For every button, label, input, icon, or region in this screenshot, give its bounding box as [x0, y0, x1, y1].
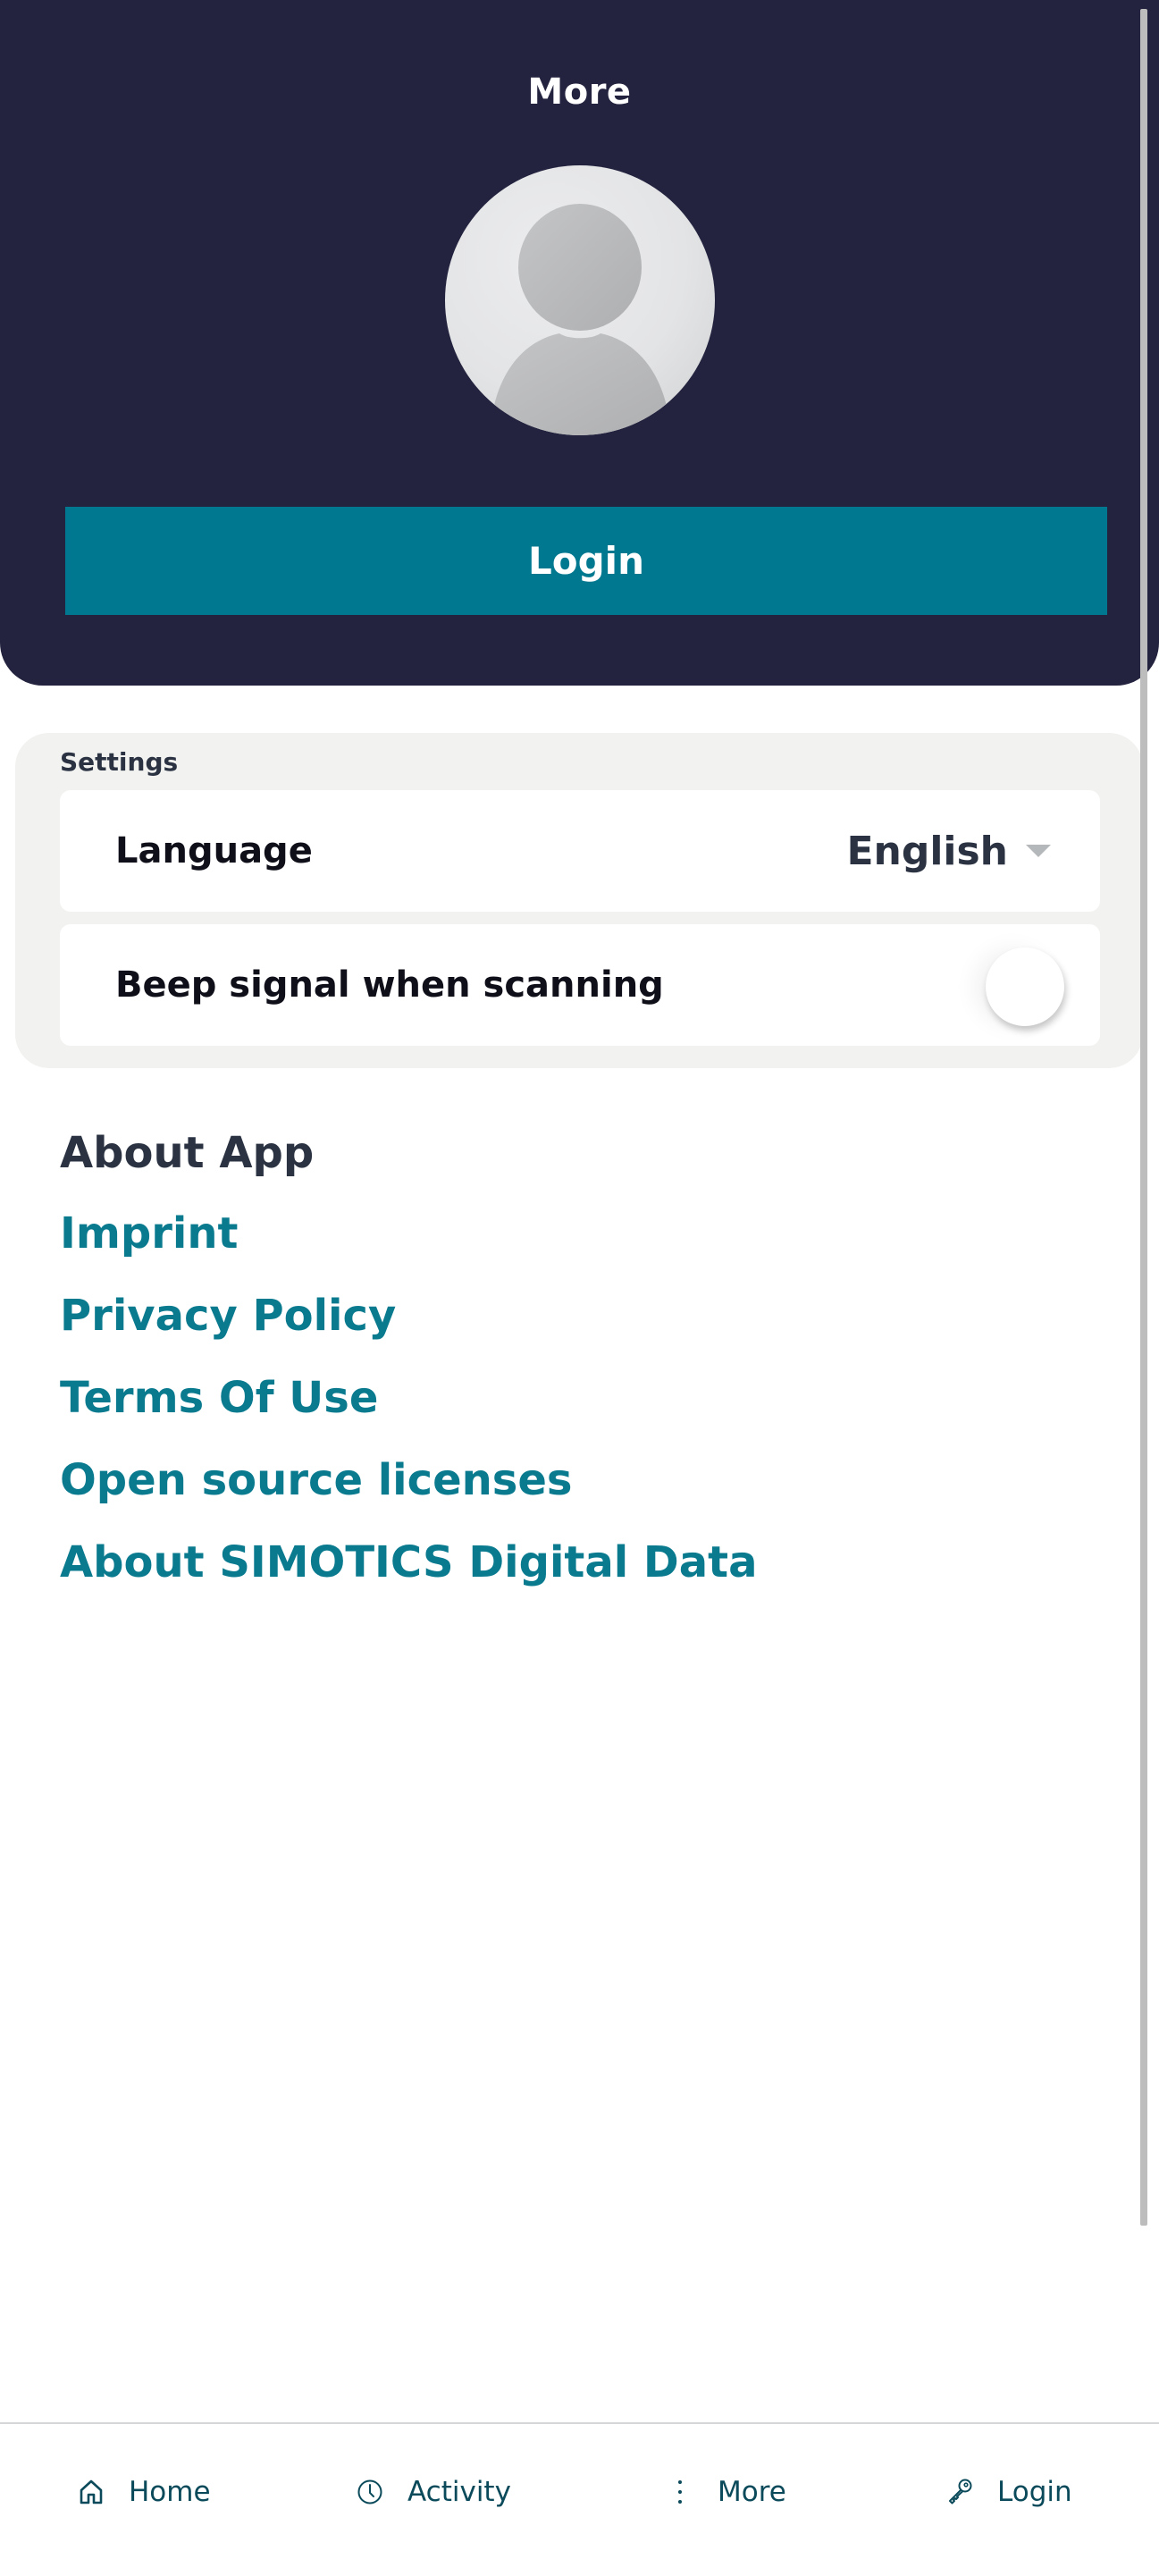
language-label: Language — [115, 830, 313, 871]
header: More Login — [0, 0, 1159, 686]
caret-down-icon — [1026, 845, 1051, 857]
about-section: About App Imprint Privacy Policy Terms O… — [60, 1126, 758, 1618]
toggle-knob — [986, 947, 1064, 1026]
imprint-link[interactable]: Imprint — [60, 1207, 758, 1260]
nav-activity[interactable]: Activity — [356, 2476, 511, 2508]
beep-label: Beep signal when scanning — [115, 964, 664, 1006]
beep-toggle[interactable] — [975, 942, 1073, 1028]
nav-home-label: Home — [129, 2476, 211, 2508]
nav-more[interactable]: More — [666, 2476, 786, 2508]
nav-activity-label: Activity — [407, 2476, 511, 2508]
beep-setting-row: Beep signal when scanning — [60, 924, 1100, 1046]
about-heading: About App — [60, 1128, 315, 1178]
key-icon — [949, 2479, 972, 2504]
language-setting-row: Language English — [60, 790, 1100, 912]
nav-login-label: Login — [997, 2476, 1072, 2508]
open-source-licenses-link[interactable]: Open source licenses — [60, 1453, 758, 1507]
language-select[interactable]: English — [846, 829, 1051, 874]
about-simotics-link[interactable]: About SIMOTICS Digital Data — [60, 1536, 758, 1589]
terms-of-use-link[interactable]: Terms Of Use — [60, 1371, 758, 1425]
nav-more-label: More — [718, 2476, 786, 2508]
nav-home[interactable]: Home — [77, 2476, 211, 2508]
page-title: More — [527, 72, 632, 113]
privacy-policy-link[interactable]: Privacy Policy — [60, 1289, 758, 1343]
home-icon — [80, 2479, 103, 2504]
scrollbar[interactable] — [1140, 9, 1147, 2226]
settings-section-label: Settings — [60, 747, 179, 777]
nav-login[interactable]: Login — [945, 2476, 1072, 2508]
user-placeholder-icon — [490, 204, 671, 435]
more-vertical-icon — [678, 2480, 682, 2504]
bottom-nav: Home Activity More Login — [0, 2422, 1159, 2576]
avatar — [445, 165, 715, 435]
clock-icon — [357, 2479, 382, 2504]
language-value: English — [846, 828, 1008, 874]
settings-panel: Settings Language English Beep signal wh… — [15, 733, 1143, 1068]
login-button[interactable]: Login — [65, 507, 1107, 615]
